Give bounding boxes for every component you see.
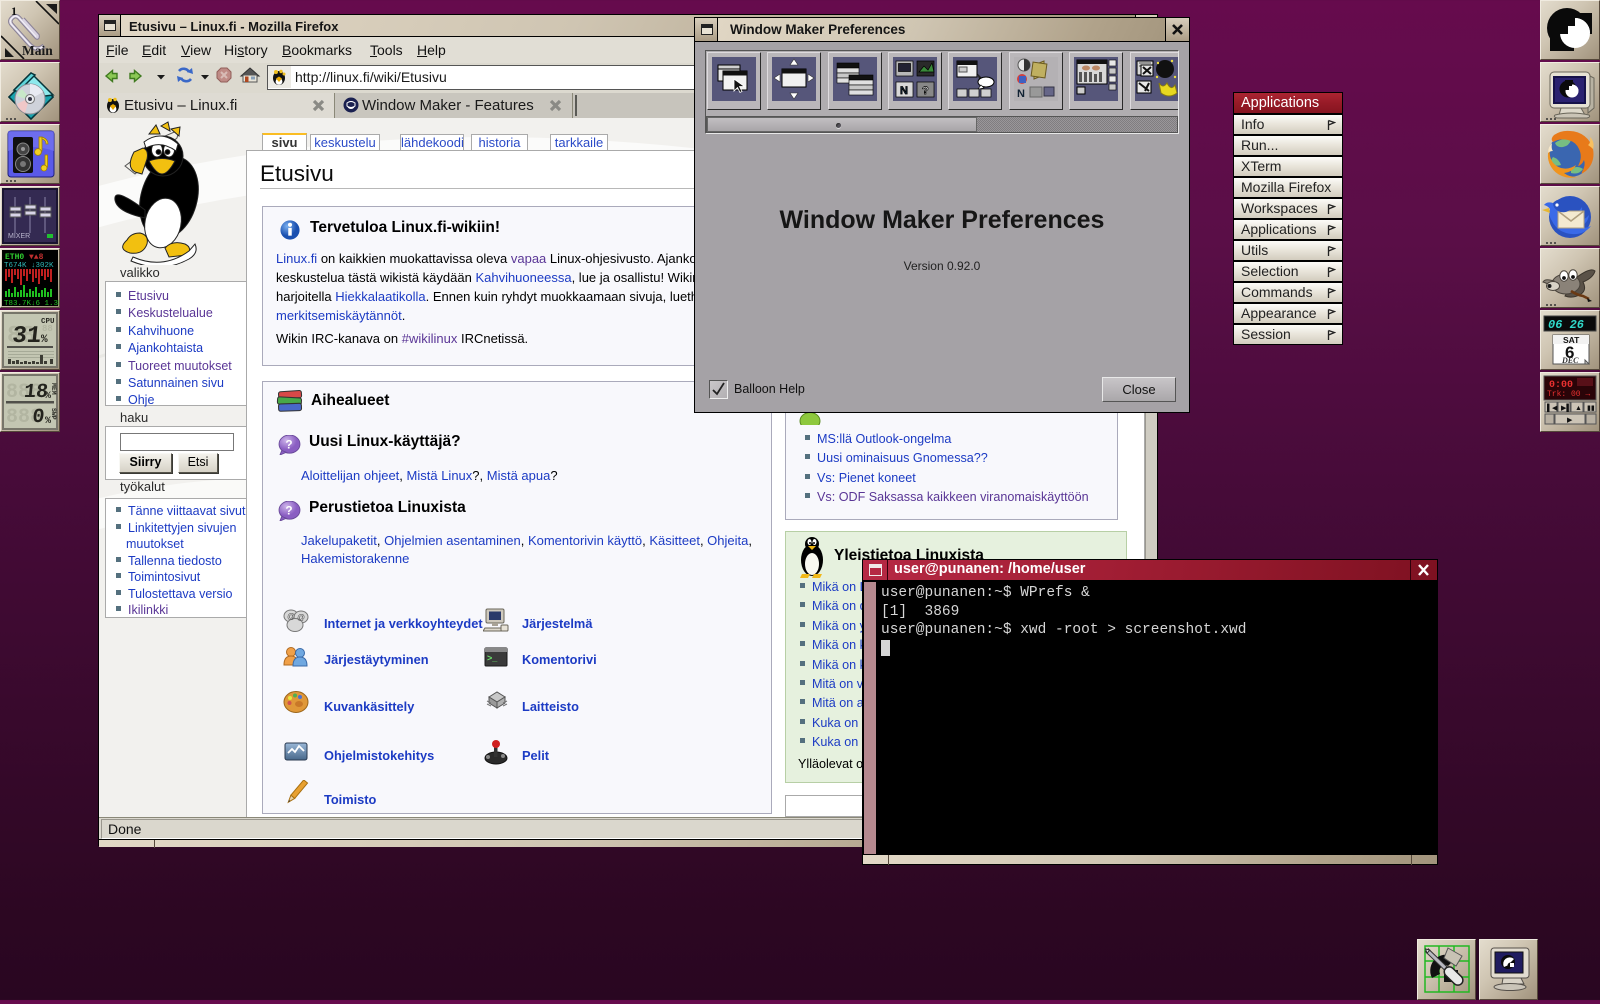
svg-text:▲: ▲: [1575, 405, 1582, 412]
svg-text:▌◀: ▌◀: [1547, 403, 1558, 413]
svg-text:T674K ↓302K: T674K ↓302K: [4, 262, 54, 270]
svg-text:▶▌: ▶▌: [1561, 403, 1571, 413]
svg-text:Trk: 00 →: Trk: 00 →: [1547, 390, 1590, 399]
svg-text:MIXER: MIXER: [8, 233, 30, 240]
svg-text:SWP: SWP: [50, 408, 57, 420]
svg-text:%: %: [41, 334, 48, 346]
svg-text:T83.7K↓6 1.3K: T83.7K↓6 1.3K: [4, 300, 59, 307]
svg-text:06 26: 06 26: [1548, 318, 1584, 332]
svg-text:ETH0: ETH0: [5, 253, 24, 262]
svg-text:▼▲8: ▼▲8: [29, 253, 44, 262]
svg-text:@: @: [297, 613, 305, 622]
svg-text:N: N: [900, 85, 908, 97]
svg-text:▶: ▶: [1567, 417, 1573, 424]
svg-text:31: 31: [11, 323, 43, 350]
svg-text:▮▮: ▮▮: [1587, 405, 1595, 412]
svg-text:?: ?: [922, 85, 929, 97]
svg-text:MEM: MEM: [50, 383, 57, 395]
svg-text:?: ?: [285, 504, 292, 518]
svg-text:1: 1: [11, 4, 17, 18]
svg-text:0: 0: [31, 406, 45, 429]
svg-text:DEC: DEC: [1561, 356, 1579, 365]
svg-text:N: N: [1017, 88, 1025, 100]
svg-text:@: @: [287, 612, 295, 621]
svg-text:Main: Main: [22, 43, 53, 58]
svg-text:>_: >_: [487, 653, 498, 663]
svg-text:?: ?: [285, 438, 292, 452]
svg-text:88: 88: [42, 324, 53, 334]
